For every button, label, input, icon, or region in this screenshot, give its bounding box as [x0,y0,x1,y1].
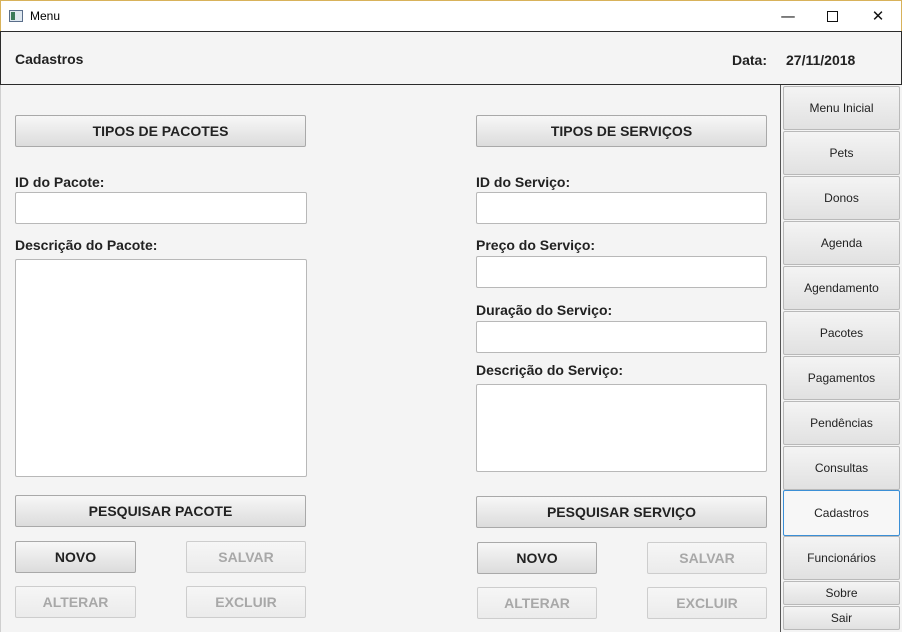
sidebar-item-consultas[interactable]: Consultas [783,446,900,490]
package-new-button[interactable]: NOVO [15,541,136,573]
sidebar-item-donos[interactable]: Donos [783,176,900,220]
service-delete-button[interactable]: EXCLUIR [647,587,767,619]
package-id-label: ID do Pacote: [15,174,105,190]
service-price-field[interactable] [476,256,767,288]
sidebar-item-agenda[interactable]: Agenda [783,221,900,265]
sidebar-item-pagamentos[interactable]: Pagamentos [783,356,900,400]
window-titlebar: Menu — ✕ [0,0,902,31]
service-duration-label: Duração do Serviço: [476,302,613,318]
maximize-button[interactable] [809,1,855,31]
service-description-textarea[interactable] [476,384,767,472]
sidebar-item-sobre[interactable]: Sobre [783,581,900,605]
close-icon: ✕ [871,7,885,25]
sidebar-item-funcionarios[interactable]: Funcionários [783,536,900,580]
sidebar-item-sair[interactable]: Sair [783,606,900,630]
service-new-button[interactable]: NOVO [477,542,597,574]
package-types-button[interactable]: TIPOS DE PACOTES [15,115,306,147]
service-id-field[interactable] [476,192,767,224]
sidebar-item-pets[interactable]: Pets [783,131,900,175]
package-edit-button[interactable]: ALTERAR [15,586,136,618]
sidebar-nav: Menu Inicial Pets Donos Agenda Agendamen… [780,85,902,632]
service-duration-field[interactable] [476,321,767,353]
search-service-button[interactable]: PESQUISAR SERVIÇO [476,496,767,528]
service-edit-button[interactable]: ALTERAR [477,587,597,619]
service-types-button[interactable]: TIPOS DE SERVIÇOS [476,115,767,147]
package-id-field[interactable] [15,192,307,224]
date-value: 27/11/2018 [786,52,856,68]
sidebar-item-agendamento[interactable]: Agendamento [783,266,900,310]
sidebar-item-pacotes[interactable]: Pacotes [783,311,900,355]
package-description-textarea[interactable] [15,259,307,477]
service-id-label: ID do Serviço: [476,174,571,190]
sidebar-item-menu-inicial[interactable]: Menu Inicial [783,86,900,130]
maximize-icon [826,10,838,22]
package-save-button[interactable]: SALVAR [186,541,306,573]
service-description-label: Descrição do Serviço: [476,362,624,378]
service-save-button[interactable]: SALVAR [647,542,767,574]
close-button[interactable]: ✕ [855,1,901,31]
main-content: TIPOS DE PACOTES ID do Pacote: Descrição… [0,85,780,632]
page-header: Cadastros Data: 27/11/2018 [0,31,902,85]
sidebar-item-pendencias[interactable]: Pendências [783,401,900,445]
window-title: Menu [30,9,61,23]
date-label: Data: [732,52,768,68]
package-description-label: Descrição do Pacote: [15,237,158,253]
page-title: Cadastros [15,51,84,67]
minimize-button[interactable]: — [765,1,811,31]
package-delete-button[interactable]: EXCLUIR [186,586,306,618]
minimize-icon: — [780,7,796,25]
app-icon [9,10,23,22]
service-price-label: Preço do Serviço: [476,237,596,253]
sidebar-item-cadastros[interactable]: Cadastros [783,490,900,536]
search-package-button[interactable]: PESQUISAR PACOTE [15,495,306,527]
